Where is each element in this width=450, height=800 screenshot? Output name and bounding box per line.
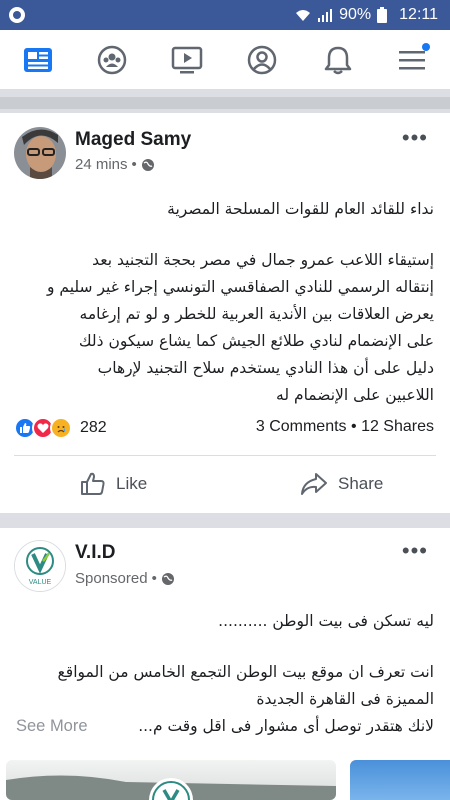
app-notification-icon [9,7,25,23]
news-feed-icon [24,48,52,72]
comments-count[interactable]: 3 Comments [256,418,347,435]
post-meta: 24 mins • [75,156,155,173]
nav-groups[interactable] [92,40,132,80]
nav-notifications[interactable] [318,40,358,80]
see-more-link[interactable]: See More [16,713,88,740]
battery-level: 90% [339,6,372,23]
groups-icon [97,45,127,75]
nav-profile[interactable] [242,40,282,80]
logo-text: VALUE [29,579,52,586]
reactions-summary[interactable]: 282 [14,416,107,440]
sponsored-meta: Sponsored • [75,570,175,587]
sponsored-label[interactable]: Sponsored [75,570,148,587]
nav-menu[interactable] [392,40,432,80]
ad-image-carousel-next[interactable] [350,760,450,800]
profile-icon [247,45,277,75]
value-logo-icon: VALUE [15,541,65,591]
globe-icon [141,158,154,171]
shares-count[interactable]: 12 Shares [361,418,434,435]
post-time[interactable]: 24 mins [75,156,128,173]
post-author[interactable]: Maged Samy [75,129,191,151]
post-stats: 3 Comments • 12 Shares [256,418,434,436]
post-body-line: إستيقاء اللاعب عمرو جمال في مصر بحجة الت… [92,251,434,269]
stats-separator: • [351,418,357,435]
avatar-photo [14,127,66,179]
advertiser-name[interactable]: V.I.D [75,542,116,564]
share-icon [301,473,327,495]
ad-image [6,775,336,800]
share-label: Share [338,474,384,493]
like-button[interactable]: Like [80,467,147,501]
status-right: 90% 12:11 [295,4,438,26]
post-body-line: على الإنضمام لنادي طلائع الجيش كما يشاع … [78,332,434,350]
watch-icon [171,46,203,74]
advertiser-logo[interactable]: VALUE [14,540,66,592]
notifications-icon [324,46,352,75]
ad-text-line: انت تعرف ان موقع بيت الوطن التجمع الخامس… [57,663,434,681]
post-title-text: نداء للقائد العام للقوات المسلحة المصرية [167,200,434,218]
like-icon [81,472,105,495]
post-card: Maged Samy 24 mins • ••• نداء للقائد الع… [0,113,450,513]
nav-watch[interactable] [167,40,207,80]
menu-notification-dot [422,43,430,51]
status-bar: 90% 12:11 [0,0,450,30]
ad-text-line: ليه تسكن فى بيت الوطن .......... [218,612,434,630]
post-body-line: اللاعبين على الإنضمام له [276,386,434,404]
share-button[interactable]: Share [300,467,383,501]
top-nav [0,30,450,90]
clock: 12:11 [399,6,438,23]
ad-text-line: لانك هتقدر توصل أى مشوار فى اقل وقت م... [138,717,434,735]
post-body-line: يعرض العلاقات بين الأندية العربية للخطر … [79,305,434,323]
avatar[interactable] [14,127,66,179]
battery-icon [377,7,388,23]
sponsored-post-card: VALUE V.I.D Sponsored • ••• ليه تسكن فى … [0,528,450,800]
like-label: Like [116,474,148,493]
ad-image-carousel-item[interactable] [6,760,336,800]
divider [14,455,436,456]
sad-reaction-icon [50,417,72,439]
post-body-line: إنتقاله الرسمي للنادي الصفاقسي التونسي إ… [47,278,434,296]
more-options-button[interactable]: ••• [402,127,428,149]
reaction-count: 282 [80,419,107,436]
ad-text-line: المميزة فى القاهرة الجديدة [256,690,434,708]
nav-news-feed[interactable] [18,40,58,80]
globe-icon [161,572,174,585]
post-body-line: دليل على أن هذا النادي يستخدم سلاح التجن… [97,359,434,377]
feed-separator [0,91,450,113]
ad-text-last-row: See More لانك هتقدر توصل أى مشوار فى اقل… [16,713,434,740]
meta-separator: • [151,570,157,587]
signal-icon [318,9,333,22]
meta-separator: • [131,156,137,173]
more-options-button[interactable]: ••• [402,540,428,562]
post-body: إستيقاء اللاعب عمرو جمال في مصر بحجة الت… [16,247,434,409]
menu-icon [399,51,425,70]
wifi-icon [296,10,311,21]
